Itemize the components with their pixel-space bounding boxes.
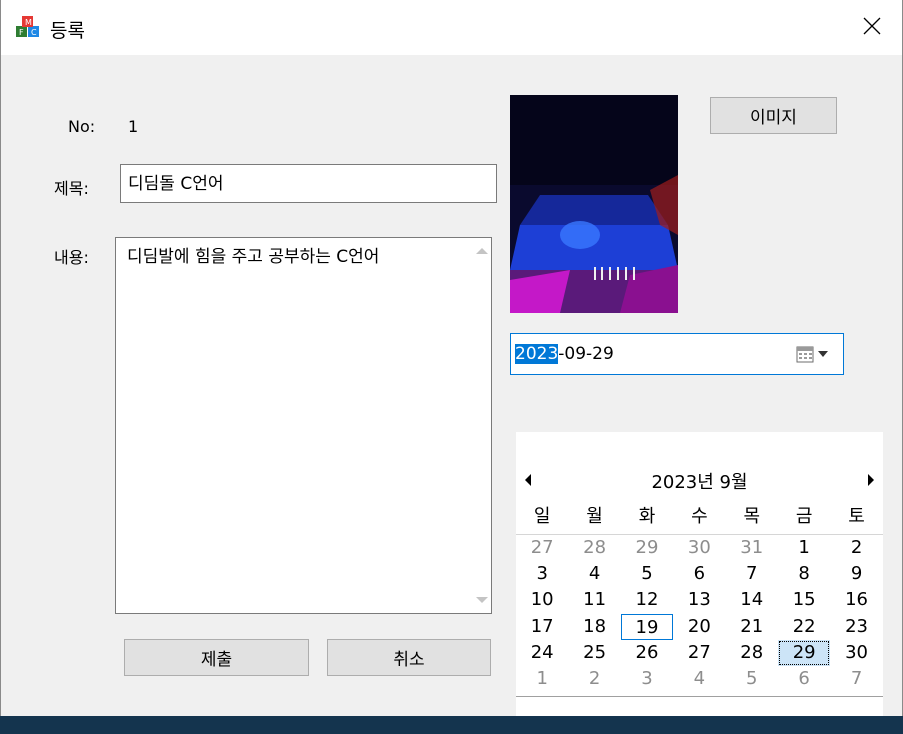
calendar-day[interactable]: 11 <box>568 587 620 613</box>
weekday-wed: 수 <box>691 506 708 527</box>
svg-text:C: C <box>31 28 37 37</box>
calendar-dropdown-icon[interactable] <box>796 345 834 367</box>
content-label: 내용: <box>54 248 89 267</box>
calendar-day[interactable]: 31 <box>726 535 778 561</box>
weekday-mon: 월 <box>586 506 603 527</box>
date-picker-value: 2023-09-29 <box>515 344 614 364</box>
calendar-day[interactable]: 4 <box>673 666 725 692</box>
calendar-day-today[interactable]: 19 <box>620 613 674 640</box>
calendar-week: 24 25 26 27 28 29 30 <box>516 639 883 666</box>
calendar-day[interactable]: 3 <box>516 561 568 587</box>
calendar-day[interactable]: 18 <box>568 614 620 640</box>
weekday-sun: 일 <box>533 506 551 527</box>
calendar-day[interactable]: 21 <box>726 614 778 640</box>
scroll-up-icon[interactable] <box>476 248 488 254</box>
background-strip <box>0 716 903 734</box>
calendar-day[interactable]: 27 <box>516 535 568 561</box>
calendar-day[interactable]: 1 <box>516 666 568 692</box>
calendar-day[interactable]: 23 <box>830 614 882 640</box>
calendar-day-selected[interactable]: 29 <box>777 639 831 666</box>
calendar-day[interactable]: 30 <box>673 535 725 561</box>
calendar-header: 2023년 9월 <box>516 468 883 494</box>
image-button[interactable]: 이미지 <box>710 97 837 134</box>
calendar-week: 27 28 29 30 31 1 2 <box>516 535 883 561</box>
calendar-week: 17 18 19 20 21 22 23 <box>516 613 883 640</box>
calendar-day[interactable]: 12 <box>621 587 673 613</box>
cancel-button[interactable]: 취소 <box>327 639 491 676</box>
calendar-day[interactable]: 17 <box>516 614 568 640</box>
calendar-day[interactable]: 2 <box>568 666 620 692</box>
calendar-day[interactable]: 28 <box>568 535 620 561</box>
calendar-day[interactable]: 13 <box>673 587 725 613</box>
calendar-week: 3 4 5 6 7 8 9 <box>516 561 883 587</box>
submit-button[interactable]: 제출 <box>124 639 309 676</box>
calendar-day[interactable]: 28 <box>726 640 778 666</box>
calendar-day[interactable]: 6 <box>673 561 725 587</box>
calendar-week: 1 2 3 4 5 6 7 <box>516 666 883 692</box>
calendar-week: 10 11 12 13 14 15 16 <box>516 587 883 613</box>
no-label: No: <box>68 117 96 136</box>
calendar-day[interactable]: 16 <box>830 587 882 613</box>
weekday-header: 일 월 화 수 목 금 토 <box>516 504 883 535</box>
calendar-day[interactable]: 7 <box>830 666 882 692</box>
content-scrollbar[interactable] <box>472 238 491 613</box>
scroll-down-icon[interactable] <box>476 597 488 603</box>
calendar-day[interactable]: 4 <box>568 561 620 587</box>
calendar-divider <box>516 696 883 697</box>
calendar-grid: 일 월 화 수 목 금 토 27 28 29 30 31 1 2 3 4 5 6… <box>516 504 883 692</box>
calendar-day[interactable]: 10 <box>516 587 568 613</box>
calendar-day[interactable]: 2 <box>830 535 882 561</box>
title-bar: M F C 등록 <box>0 0 903 55</box>
date-rest: -09-29 <box>558 344 614 364</box>
svg-text:F: F <box>19 28 24 37</box>
calendar-day[interactable]: 20 <box>673 614 725 640</box>
app-cubes-icon: M F C <box>14 14 42 42</box>
title-input-value: 디딤돌 C언어 <box>128 174 224 194</box>
close-button[interactable] <box>852 10 892 46</box>
calendar-day[interactable]: 7 <box>726 561 778 587</box>
calendar-day[interactable]: 9 <box>830 561 882 587</box>
next-month-icon[interactable] <box>868 474 874 486</box>
calendar-day[interactable]: 8 <box>778 561 830 587</box>
close-icon <box>863 17 881 39</box>
calendar-day[interactable]: 22 <box>778 614 830 640</box>
calendar-day[interactable]: 30 <box>830 640 882 666</box>
calendar-day[interactable]: 5 <box>621 561 673 587</box>
content-textarea-value: 디딤발에 힘을 주고 공부하는 C언어 <box>127 247 380 267</box>
calendar-day[interactable]: 6 <box>778 666 830 692</box>
calendar-month-title[interactable]: 2023년 9월 <box>516 468 883 494</box>
title-input[interactable]: 디딤돌 C언어 <box>120 164 497 203</box>
preview-image <box>510 95 678 313</box>
calendar-day[interactable]: 1 <box>778 535 830 561</box>
calendar-day[interactable]: 14 <box>726 587 778 613</box>
calendar-day[interactable]: 26 <box>621 640 673 666</box>
window-title: 등록 <box>50 20 85 42</box>
calendar-day[interactable]: 5 <box>726 666 778 692</box>
content-textarea[interactable]: 디딤발에 힘을 주고 공부하는 C언어 <box>115 237 492 614</box>
calendar-day[interactable]: 29 <box>621 535 673 561</box>
weekday-fri: 금 <box>795 506 813 527</box>
calendar-day[interactable]: 27 <box>673 640 725 666</box>
weekday-sat: 토 <box>848 506 865 527</box>
no-value: 1 <box>128 117 139 136</box>
weekday-tue: 화 <box>638 506 656 527</box>
date-year-selected: 2023 <box>515 344 559 364</box>
title-label: 제목: <box>54 179 89 198</box>
calendar-day[interactable]: 25 <box>568 640 620 666</box>
calendar-day[interactable]: 3 <box>621 666 673 692</box>
calendar-day[interactable]: 24 <box>516 640 568 666</box>
weekday-thu: 목 <box>743 506 761 527</box>
month-calendar[interactable]: 2023년 9월 일 월 화 수 목 금 토 27 28 29 30 31 1 … <box>516 432 883 716</box>
date-picker[interactable]: 2023-09-29 <box>510 333 844 375</box>
svg-text:M: M <box>25 18 32 27</box>
calendar-day[interactable]: 15 <box>778 587 830 613</box>
